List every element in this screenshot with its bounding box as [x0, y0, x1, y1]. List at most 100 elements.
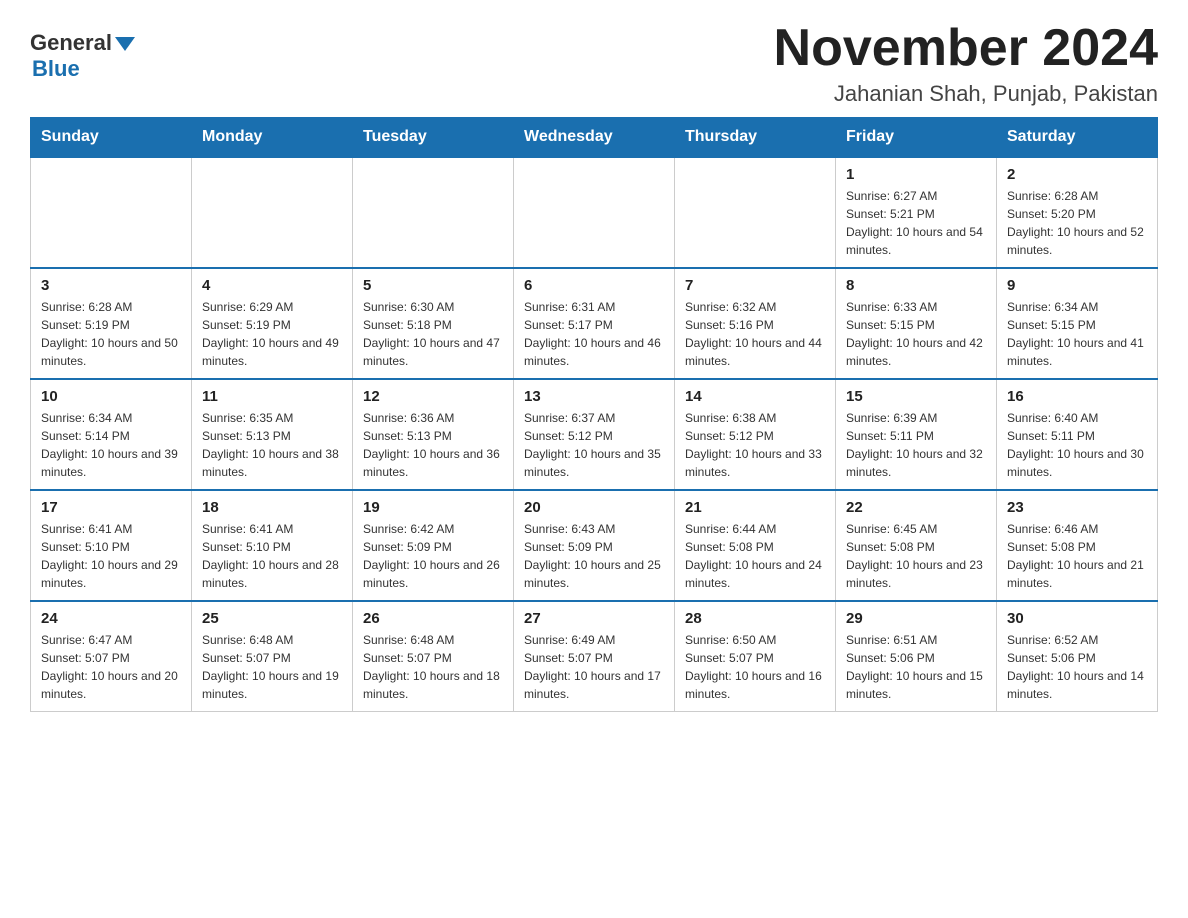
day-number: 3	[41, 277, 181, 294]
calendar-cell: 5 Sunrise: 6:30 AMSunset: 5:18 PMDaylight…	[353, 268, 514, 379]
calendar-cell: 10 Sunrise: 6:34 AMSunset: 5:14 PMDayligh…	[31, 379, 192, 490]
calendar-table: SundayMondayTuesdayWednesdayThursdayFrid…	[30, 117, 1158, 712]
week-row-4: 17Sunrise: 6:41 AMSunset: 5:10 PMDayligh…	[31, 490, 1158, 601]
calendar-cell: 16 Sunrise: 6:40 AMSunset: 5:11 PMDayligh…	[997, 379, 1158, 490]
day-number: 11	[202, 388, 342, 405]
day-info: Sunrise: 6:50 AMSunset: 5:07 PMDaylight:…	[685, 631, 825, 703]
page-header: General Blue November 2024 Jahanian Shah…	[30, 20, 1158, 107]
day-info: Sunrise: 6:49 AMSunset: 5:07 PMDaylight:…	[524, 631, 664, 703]
day-number: 13	[524, 388, 664, 405]
day-info: Sunrise: 6:47 AMSunset: 5:07 PMDaylight:…	[41, 631, 181, 703]
day-info: Sunrise: 6:29 AMSunset: 5:19 PMDaylight:…	[202, 298, 342, 370]
calendar-cell	[353, 157, 514, 268]
day-info: Sunrise: 6:30 AMSunset: 5:18 PMDaylight:…	[363, 298, 503, 370]
day-info: Sunrise: 6:35 AMSunset: 5:13 PMDaylight:…	[202, 409, 342, 481]
day-number: 24	[41, 610, 181, 627]
day-number: 16	[1007, 388, 1147, 405]
calendar-cell: 23Sunrise: 6:46 AMSunset: 5:08 PMDayligh…	[997, 490, 1158, 601]
calendar-cell: 15 Sunrise: 6:39 AMSunset: 5:11 PMDayligh…	[836, 379, 997, 490]
calendar-cell: 13 Sunrise: 6:37 AMSunset: 5:12 PMDayligh…	[514, 379, 675, 490]
calendar-cell: 28 Sunrise: 6:50 AMSunset: 5:07 PMDayligh…	[675, 601, 836, 712]
day-info: Sunrise: 6:32 AMSunset: 5:16 PMDaylight:…	[685, 298, 825, 370]
calendar-cell: 22 Sunrise: 6:45 AMSunset: 5:08 PMDayligh…	[836, 490, 997, 601]
day-info: Sunrise: 6:48 AMSunset: 5:07 PMDaylight:…	[363, 631, 503, 703]
calendar-cell: 6Sunrise: 6:31 AMSunset: 5:17 PMDaylight…	[514, 268, 675, 379]
calendar-cell: 1 Sunrise: 6:27 AMSunset: 5:21 PMDaylight…	[836, 157, 997, 268]
day-info: Sunrise: 6:45 AMSunset: 5:08 PMDaylight:…	[846, 520, 986, 592]
calendar-cell: 2Sunrise: 6:28 AMSunset: 5:20 PMDaylight…	[997, 157, 1158, 268]
weekday-header-monday: Monday	[192, 118, 353, 158]
day-number: 28	[685, 610, 825, 627]
calendar-cell	[31, 157, 192, 268]
day-number: 5	[363, 277, 503, 294]
day-info: Sunrise: 6:31 AMSunset: 5:17 PMDaylight:…	[524, 298, 664, 370]
day-number: 9	[1007, 277, 1147, 294]
day-number: 22	[846, 499, 986, 516]
calendar-cell: 24 Sunrise: 6:47 AMSunset: 5:07 PMDayligh…	[31, 601, 192, 712]
weekday-header-thursday: Thursday	[675, 118, 836, 158]
week-row-2: 3 Sunrise: 6:28 AMSunset: 5:19 PMDaylight…	[31, 268, 1158, 379]
day-number: 29	[846, 610, 986, 627]
weekday-header-sunday: Sunday	[31, 118, 192, 158]
day-number: 1	[846, 166, 986, 183]
logo-general-word: General	[30, 30, 112, 56]
day-info: Sunrise: 6:28 AMSunset: 5:20 PMDaylight:…	[1007, 187, 1147, 259]
day-info: Sunrise: 6:27 AMSunset: 5:21 PMDaylight:…	[846, 187, 986, 259]
day-info: Sunrise: 6:46 AMSunset: 5:08 PMDaylight:…	[1007, 520, 1147, 592]
day-info: Sunrise: 6:52 AMSunset: 5:06 PMDaylight:…	[1007, 631, 1147, 703]
calendar-cell: 20Sunrise: 6:43 AMSunset: 5:09 PMDayligh…	[514, 490, 675, 601]
day-number: 21	[685, 499, 825, 516]
calendar-title: November 2024	[774, 20, 1158, 77]
day-info: Sunrise: 6:33 AMSunset: 5:15 PMDaylight:…	[846, 298, 986, 370]
calendar-cell: 9 Sunrise: 6:34 AMSunset: 5:15 PMDaylight…	[997, 268, 1158, 379]
day-number: 14	[685, 388, 825, 405]
day-number: 26	[363, 610, 503, 627]
day-number: 27	[524, 610, 664, 627]
day-info: Sunrise: 6:44 AMSunset: 5:08 PMDaylight:…	[685, 520, 825, 592]
weekday-header-saturday: Saturday	[997, 118, 1158, 158]
logo-triangle-icon	[115, 37, 135, 51]
calendar-cell: 4 Sunrise: 6:29 AMSunset: 5:19 PMDaylight…	[192, 268, 353, 379]
day-info: Sunrise: 6:41 AMSunset: 5:10 PMDaylight:…	[202, 520, 342, 592]
calendar-cell: 26 Sunrise: 6:48 AMSunset: 5:07 PMDayligh…	[353, 601, 514, 712]
weekday-header-tuesday: Tuesday	[353, 118, 514, 158]
day-info: Sunrise: 6:40 AMSunset: 5:11 PMDaylight:…	[1007, 409, 1147, 481]
calendar-cell	[192, 157, 353, 268]
calendar-cell: 17Sunrise: 6:41 AMSunset: 5:10 PMDayligh…	[31, 490, 192, 601]
day-number: 18	[202, 499, 342, 516]
week-row-5: 24 Sunrise: 6:47 AMSunset: 5:07 PMDayligh…	[31, 601, 1158, 712]
day-number: 4	[202, 277, 342, 294]
day-info: Sunrise: 6:34 AMSunset: 5:15 PMDaylight:…	[1007, 298, 1147, 370]
calendar-cell: 29Sunrise: 6:51 AMSunset: 5:06 PMDayligh…	[836, 601, 997, 712]
logo-blue-text: Blue	[32, 56, 80, 82]
calendar-cell: 18 Sunrise: 6:41 AMSunset: 5:10 PMDayligh…	[192, 490, 353, 601]
day-number: 15	[846, 388, 986, 405]
calendar-cell: 19 Sunrise: 6:42 AMSunset: 5:09 PMDayligh…	[353, 490, 514, 601]
calendar-cell: 8 Sunrise: 6:33 AMSunset: 5:15 PMDaylight…	[836, 268, 997, 379]
calendar-cell: 3 Sunrise: 6:28 AMSunset: 5:19 PMDaylight…	[31, 268, 192, 379]
title-block: November 2024 Jahanian Shah, Punjab, Pak…	[774, 20, 1158, 107]
day-info: Sunrise: 6:34 AMSunset: 5:14 PMDaylight:…	[41, 409, 181, 481]
day-number: 8	[846, 277, 986, 294]
day-number: 7	[685, 277, 825, 294]
weekday-header-wednesday: Wednesday	[514, 118, 675, 158]
day-number: 19	[363, 499, 503, 516]
calendar-cell: 27 Sunrise: 6:49 AMSunset: 5:07 PMDayligh…	[514, 601, 675, 712]
day-number: 30	[1007, 610, 1147, 627]
day-info: Sunrise: 6:37 AMSunset: 5:12 PMDaylight:…	[524, 409, 664, 481]
weekday-header-friday: Friday	[836, 118, 997, 158]
calendar-subtitle: Jahanian Shah, Punjab, Pakistan	[774, 81, 1158, 107]
calendar-cell	[675, 157, 836, 268]
day-info: Sunrise: 6:41 AMSunset: 5:10 PMDaylight:…	[41, 520, 181, 592]
day-info: Sunrise: 6:39 AMSunset: 5:11 PMDaylight:…	[846, 409, 986, 481]
day-number: 10	[41, 388, 181, 405]
calendar-cell	[514, 157, 675, 268]
logo-general-text: General	[30, 30, 135, 56]
calendar-header-row: SundayMondayTuesdayWednesdayThursdayFrid…	[31, 118, 1158, 158]
day-info: Sunrise: 6:42 AMSunset: 5:09 PMDaylight:…	[363, 520, 503, 592]
logo: General Blue	[30, 20, 135, 82]
calendar-cell: 14 Sunrise: 6:38 AMSunset: 5:12 PMDayligh…	[675, 379, 836, 490]
day-info: Sunrise: 6:28 AMSunset: 5:19 PMDaylight:…	[41, 298, 181, 370]
day-number: 12	[363, 388, 503, 405]
day-info: Sunrise: 6:38 AMSunset: 5:12 PMDaylight:…	[685, 409, 825, 481]
